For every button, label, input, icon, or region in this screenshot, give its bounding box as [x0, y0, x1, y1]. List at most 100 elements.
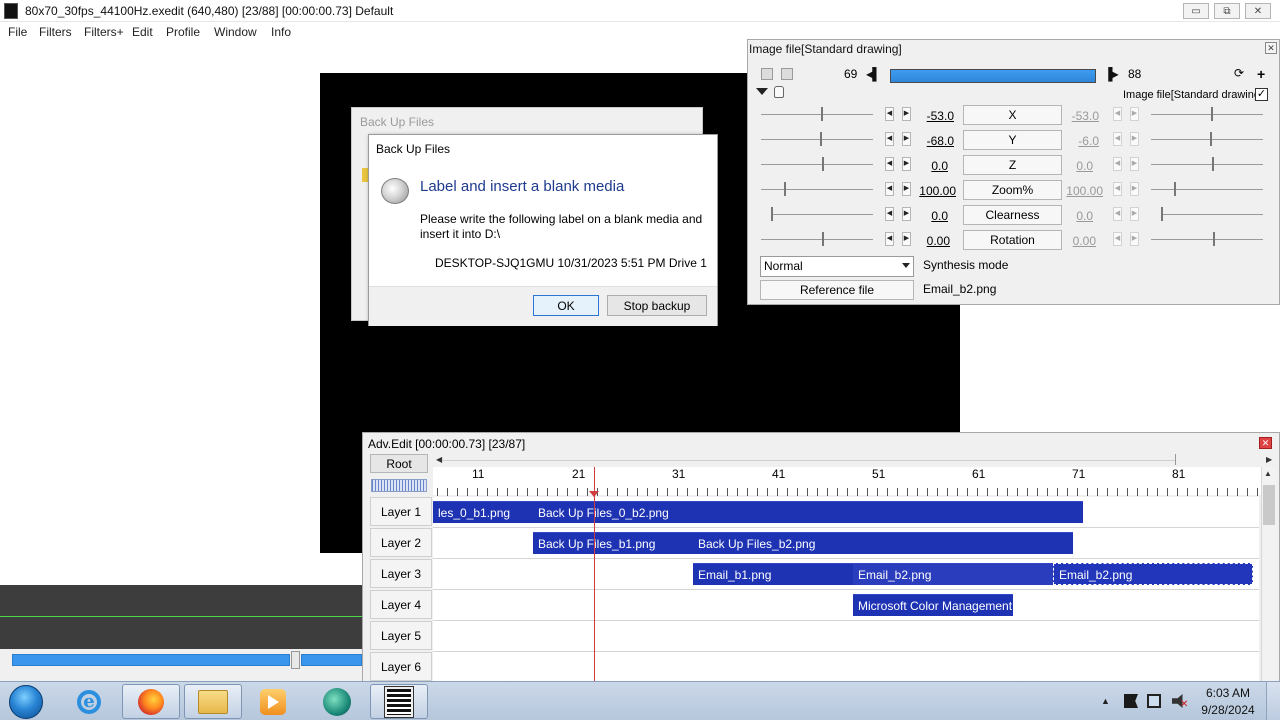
camera-icon[interactable] [761, 68, 773, 80]
refresh-icon[interactable]: ⟳ [1234, 66, 1244, 80]
slider-knob[interactable] [821, 107, 823, 121]
add-filter-icon[interactable]: + [1257, 66, 1265, 82]
layer-row[interactable]: Microsoft Color Management [433, 590, 1259, 621]
slider-track[interactable] [771, 214, 873, 215]
scroll-up-icon[interactable]: ▲ [1264, 469, 1272, 478]
increase-arrow-icon[interactable]: ▶ [1130, 157, 1139, 171]
layer-row[interactable]: les_0_b1.png Back Up Files_0_b2.png [433, 497, 1259, 528]
param-end-value[interactable]: -53.0 [1051, 109, 1099, 123]
decrease-arrow-icon[interactable]: ◀ [885, 132, 894, 146]
blend-mode-select[interactable]: Normal [760, 256, 914, 277]
taskbar-video-editor[interactable] [370, 684, 428, 719]
timeline-close-icon[interactable]: ✕ [1259, 437, 1272, 449]
increase-arrow-icon[interactable]: ▶ [1130, 207, 1139, 221]
taskbar-internet-explorer[interactable]: e [60, 684, 118, 719]
slider-knob[interactable] [784, 182, 786, 196]
menu-filters-plus[interactable]: Filters+ [84, 25, 124, 39]
param-end-value[interactable]: -6.0 [1051, 134, 1099, 148]
param-value[interactable]: 100.00 [898, 184, 956, 198]
slider-knob[interactable] [822, 157, 824, 171]
layer-label[interactable]: Layer 1 [370, 497, 432, 526]
slider-track[interactable] [761, 114, 873, 115]
slider-track[interactable] [1151, 139, 1263, 140]
decrease-arrow-icon[interactable]: ◀ [1113, 182, 1122, 196]
param-button-y[interactable]: Y [963, 130, 1062, 150]
minimize-button[interactable]: ▭ [1183, 3, 1209, 19]
slider-knob[interactable] [1210, 132, 1212, 146]
vertical-scrollbar[interactable]: ▲ [1261, 467, 1276, 682]
menu-filters[interactable]: Filters [39, 25, 72, 39]
stop-backup-button[interactable]: Stop backup [607, 295, 707, 316]
slider-track[interactable] [761, 164, 873, 165]
taskbar-media-player[interactable] [244, 684, 302, 719]
scrollbar-thumb[interactable] [1263, 485, 1275, 525]
taskbar-teal-app[interactable] [308, 684, 366, 719]
horizontal-scrollbar[interactable] [443, 460, 1175, 461]
time-ruler[interactable]: 11 21 31 41 51 61 71 81 [433, 467, 1263, 496]
slider-knob[interactable] [1212, 157, 1214, 171]
layer-row[interactable]: Email_b1.png Email_b2.png Email_b2.png [433, 559, 1259, 590]
param-value[interactable]: 0.00 [892, 234, 950, 248]
layer-row[interactable]: Back Up Files_b1.png Back Up Files_b2.pn… [433, 528, 1259, 559]
increase-arrow-icon[interactable]: ▶ [1130, 107, 1139, 121]
clock-date[interactable]: 9/28/2024 [1200, 703, 1256, 717]
network-icon[interactable] [1147, 694, 1161, 708]
slider-knob[interactable] [822, 232, 824, 246]
collapse-arrow-icon[interactable] [756, 88, 768, 95]
param-end-value[interactable]: 0.0 [1045, 159, 1093, 173]
object-enable-checkbox[interactable]: ✓ [1255, 88, 1268, 101]
param-end-value[interactable]: 100.00 [1055, 184, 1103, 198]
decrease-arrow-icon[interactable]: ◀ [1113, 107, 1122, 121]
menu-file[interactable]: File [8, 25, 27, 39]
timeline-clip[interactable]: Microsoft Color Management [853, 594, 1013, 616]
close-button[interactable]: ✕ [1245, 3, 1271, 19]
slider-track[interactable] [1151, 189, 1263, 190]
panel-close-icon[interactable]: ✕ [1265, 42, 1277, 54]
layer-label[interactable]: Layer 5 [370, 621, 432, 650]
slider-track[interactable] [761, 239, 873, 240]
next-frame-icon[interactable]: ▐▶ [1104, 67, 1119, 81]
prev-frame-icon[interactable]: ◀▌ [866, 67, 881, 81]
decrease-arrow-icon[interactable]: ◀ [885, 182, 894, 196]
slider-track[interactable] [761, 139, 873, 140]
decrease-arrow-icon[interactable]: ◀ [1113, 232, 1122, 246]
timeline-clip[interactable]: Back Up Files_0_b2.png [533, 501, 1083, 523]
decrease-arrow-icon[interactable]: ◀ [1113, 157, 1122, 171]
slider-track[interactable] [1151, 164, 1263, 165]
param-value[interactable]: -53.0 [896, 109, 954, 123]
scroll-left-icon[interactable]: ◀ [436, 455, 442, 464]
timeline-clip[interactable]: Back Up Files_b1.png [533, 532, 693, 554]
timeline-clip[interactable]: les_0_b1.png [433, 501, 533, 523]
clock-time[interactable]: 6:03 AM [1200, 686, 1256, 700]
param-value[interactable]: 0.0 [890, 159, 948, 173]
taskbar-file-explorer[interactable] [184, 684, 242, 719]
zoom-grip[interactable] [371, 479, 427, 492]
decrease-arrow-icon[interactable]: ◀ [1113, 207, 1122, 221]
layer-row[interactable] [433, 621, 1259, 652]
timeline-clip[interactable]: Back Up Files_b2.png [693, 532, 1073, 554]
hand-icon[interactable] [774, 86, 784, 98]
layer-label[interactable]: Layer 3 [370, 559, 432, 588]
increase-arrow-icon[interactable]: ▶ [1130, 182, 1139, 196]
layer-row[interactable] [433, 652, 1259, 682]
reference-file-button[interactable]: Reference file [760, 280, 914, 300]
slider-knob[interactable] [1174, 182, 1176, 196]
decrease-arrow-icon[interactable]: ◀ [1113, 132, 1122, 146]
playhead-marker[interactable] [589, 491, 599, 497]
taskbar-firefox[interactable] [122, 684, 180, 719]
param-button-zoom[interactable]: Zoom% [963, 180, 1062, 200]
slider-track[interactable] [1151, 239, 1263, 240]
timeline-clip[interactable]: Email_b2.png [853, 563, 1053, 585]
menu-info[interactable]: Info [271, 25, 291, 39]
playhead[interactable] [594, 467, 595, 683]
param-end-value[interactable]: 0.00 [1048, 234, 1096, 248]
increase-arrow-icon[interactable]: ▶ [1130, 232, 1139, 246]
ok-button[interactable]: OK [533, 295, 599, 316]
layer-label[interactable]: Layer 4 [370, 590, 432, 619]
layer-label[interactable]: Layer 2 [370, 528, 432, 557]
menu-profile[interactable]: Profile [166, 25, 200, 39]
menu-edit[interactable]: Edit [132, 25, 153, 39]
slider-knob[interactable] [771, 207, 773, 221]
slider-track[interactable] [1151, 114, 1263, 115]
slider-knob[interactable] [1213, 232, 1215, 246]
